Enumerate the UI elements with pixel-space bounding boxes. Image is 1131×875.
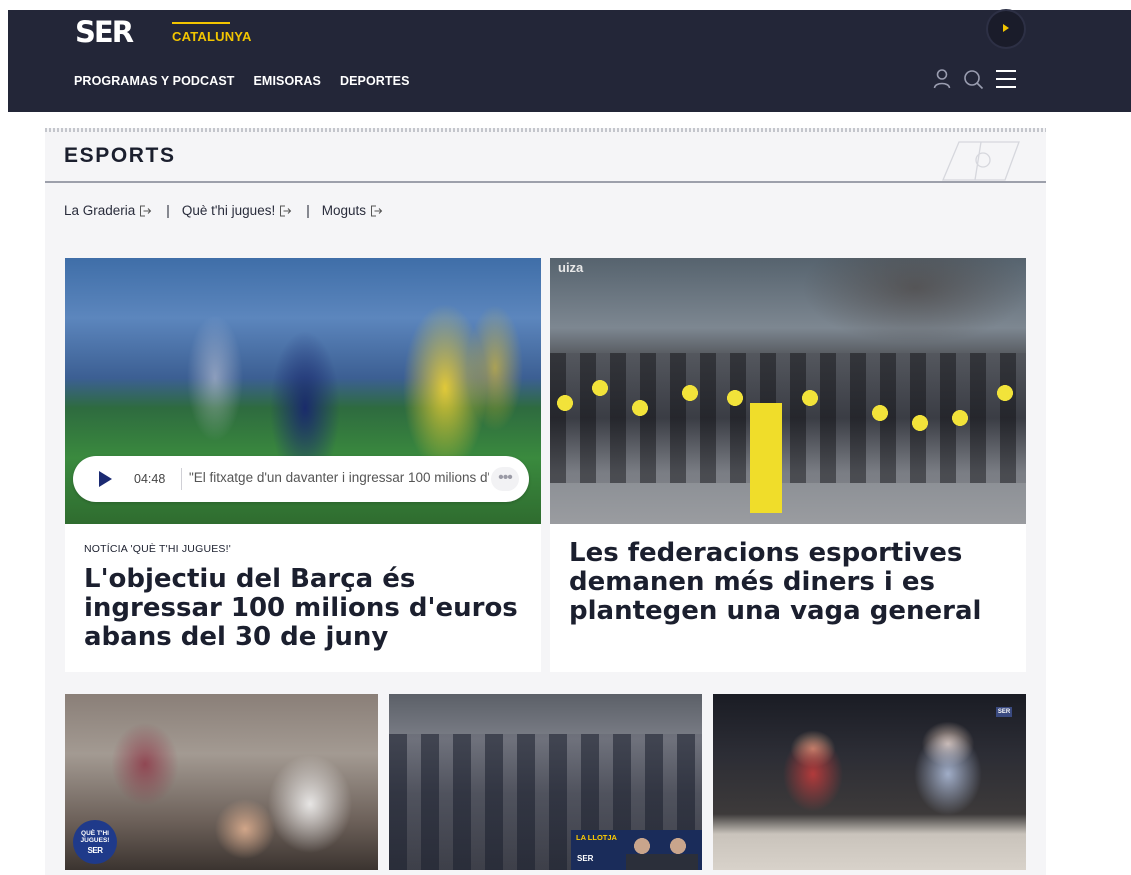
que-thi-jugues-badge: QUÈ T'HI JUGUES! SER xyxy=(73,820,117,864)
sublink-label: Què t'hi jugues! xyxy=(181,203,276,218)
featured-card-federacions-text: Les federacions esportives demanen més d… xyxy=(550,524,1026,672)
section-title[interactable]: ESPORTS xyxy=(64,144,176,168)
region-label[interactable]: CATALUNYA xyxy=(172,29,252,44)
sublink-la-graderia[interactable]: La Graderia xyxy=(64,203,152,218)
sublink-separator: | xyxy=(166,203,170,218)
sublink-label: Moguts xyxy=(321,203,366,218)
sports-field-decoration-icon xyxy=(942,141,1020,181)
section-sublinks: La Graderia | Què t'hi jugues! | Moguts xyxy=(64,203,383,218)
featured-image-federacions[interactable]: uiza xyxy=(550,258,1026,524)
la-llotja-ser-logo: SER xyxy=(577,854,594,863)
la-llotja-hosts xyxy=(626,834,698,870)
external-link-icon xyxy=(371,205,383,216)
nav-programas-podcast[interactable]: PROGRAMAS Y PODCAST xyxy=(74,74,235,88)
nav-deportes[interactable]: DEPORTES xyxy=(340,74,410,88)
more-options-button[interactable]: ••• xyxy=(491,467,519,491)
play-icon xyxy=(1003,24,1009,32)
sublink-que-thi-jugues[interactable]: Què t'hi jugues! xyxy=(182,203,292,218)
image-protest-signs xyxy=(550,378,1026,438)
audio-title[interactable]: "El fitxatge d'un davanter i ingressar 1… xyxy=(189,470,489,490)
hamburger-menu-icon[interactable] xyxy=(995,68,1017,90)
external-link-icon xyxy=(140,205,152,216)
article-thumbnail-1[interactable]: QUÈ T'HI JUGUES! SER xyxy=(65,694,378,870)
sublink-label: La Graderia xyxy=(64,203,136,218)
article-kicker: NOTÍCIA 'QUÈ T'HI JUGUES!' xyxy=(84,543,231,555)
audio-play-button[interactable] xyxy=(99,471,112,487)
article-headline[interactable]: Les federacions esportives demanen més d… xyxy=(569,539,1009,626)
audio-divider xyxy=(181,468,182,490)
search-icon[interactable] xyxy=(963,68,985,90)
badge-line: JUGUES! xyxy=(80,837,110,844)
featured-card-barca-text: NOTÍCIA 'QUÈ T'HI JUGUES!' L'objectiu de… xyxy=(65,524,541,672)
section-top-border xyxy=(45,128,1046,132)
live-radio-play-button[interactable] xyxy=(988,11,1024,47)
ser-logo[interactable]: SER xyxy=(75,17,134,47)
section-divider xyxy=(45,181,1046,183)
la-llotja-overlay: LA LLOTJA SER xyxy=(571,830,702,870)
image-tree xyxy=(765,258,1026,368)
user-icon[interactable] xyxy=(933,68,951,90)
article-thumbnail-3[interactable]: SER xyxy=(713,694,1026,870)
logo-divider xyxy=(172,22,230,24)
badge-ser-logo: SER xyxy=(87,846,103,855)
article-thumbnail-2[interactable]: LA LLOTJA SER xyxy=(389,694,702,870)
article-headline[interactable]: L'objectiu del Barça és ingressar 100 mi… xyxy=(84,565,524,652)
audio-player: 04:48 "El fitxatge d'un davanter i ingre… xyxy=(73,456,529,502)
sublink-moguts[interactable]: Moguts xyxy=(322,203,383,218)
la-llotja-title: LA LLOTJA xyxy=(576,833,617,842)
sublink-separator: | xyxy=(306,203,310,218)
image-sign-text: uiza xyxy=(558,260,584,275)
external-link-icon xyxy=(280,205,292,216)
image-podium xyxy=(750,403,782,513)
badge-line: QUÈ T'HI xyxy=(81,830,109,837)
ser-chip-logo: SER xyxy=(996,707,1012,717)
main-nav: PROGRAMAS Y PODCAST EMISORAS DEPORTES xyxy=(74,74,410,88)
audio-duration: 04:48 xyxy=(134,472,166,486)
featured-image-barca[interactable]: 04:48 "El fitxatge d'un davanter i ingre… xyxy=(65,258,541,524)
nav-emisoras[interactable]: EMISORAS xyxy=(254,74,321,88)
site-header: SER CATALUNYA PROGRAMAS Y PODCAST EMISOR… xyxy=(8,10,1131,112)
